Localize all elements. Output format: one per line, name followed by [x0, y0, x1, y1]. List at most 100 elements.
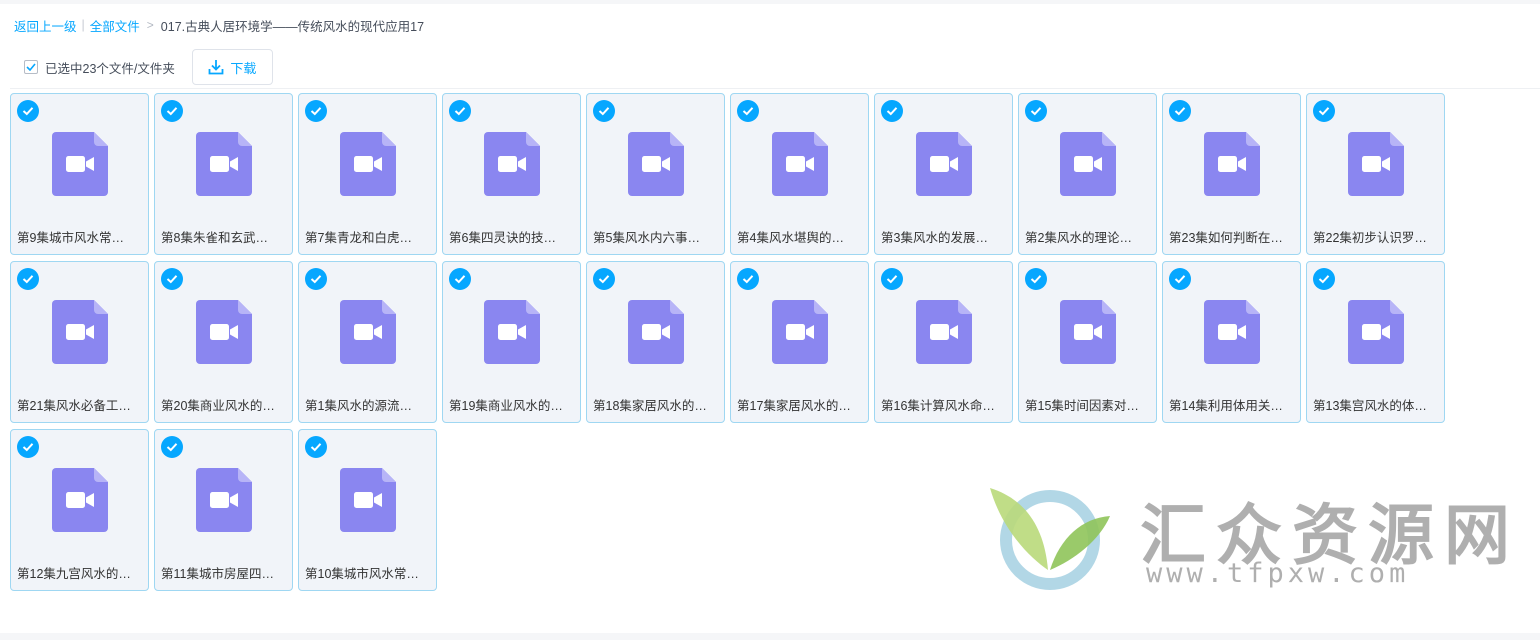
watermark-logo — [990, 488, 1110, 590]
file-name: 第14集利用体用关… — [1169, 399, 1283, 413]
file-card[interactable]: 第5集风水内六事… — [586, 93, 725, 255]
video-file-icon — [1204, 132, 1260, 196]
file-card[interactable]: 第18集家居风水的… — [586, 261, 725, 423]
video-file-icon — [52, 468, 108, 532]
selected-check-icon[interactable] — [1313, 268, 1335, 290]
selected-check-icon[interactable] — [737, 100, 759, 122]
file-name: 第13集宫风水的体… — [1313, 399, 1427, 413]
file-name: 第19集商业风水的… — [449, 399, 563, 413]
file-card[interactable]: 第12集九宫风水的… — [10, 429, 149, 591]
selected-check-icon[interactable] — [17, 436, 39, 458]
select-all-checkbox[interactable] — [24, 60, 38, 74]
file-card[interactable]: 第23集如何判断在… — [1162, 93, 1301, 255]
file-card[interactable]: 第20集商业风水的… — [154, 261, 293, 423]
breadcrumb-separator: | — [81, 18, 85, 32]
selected-check-icon[interactable] — [1025, 268, 1047, 290]
file-card[interactable]: 第4集风水堪舆的… — [730, 93, 869, 255]
selected-check-icon[interactable] — [305, 436, 327, 458]
video-file-icon — [52, 132, 108, 196]
selected-check-icon[interactable] — [305, 100, 327, 122]
file-name: 第6集四灵诀的技… — [449, 231, 556, 245]
file-name: 第9集城市风水常… — [17, 231, 124, 245]
file-name: 第1集风水的源流… — [305, 399, 412, 413]
breadcrumb-chevron: > — [146, 18, 154, 32]
file-name: 第22集初步认识罗… — [1313, 231, 1427, 245]
file-name: 第12集九宫风水的… — [17, 567, 131, 581]
video-file-icon — [484, 132, 540, 196]
selection-count: 已选中23个文件/文件夹 — [45, 61, 175, 76]
selected-check-icon[interactable] — [17, 100, 39, 122]
file-card[interactable]: 第21集风水必备工… — [10, 261, 149, 423]
checkmark-icon — [26, 63, 36, 71]
file-card[interactable]: 第16集计算风水命… — [874, 261, 1013, 423]
selected-check-icon[interactable] — [1313, 100, 1335, 122]
breadcrumb: 返回上一级 | 全部文件 > 017.古典人居环境学——传统风水的现代应用17 — [14, 16, 424, 34]
file-name: 第4集风水堪舆的… — [737, 231, 844, 245]
video-file-icon — [628, 300, 684, 364]
file-name: 第15集时间因素对… — [1025, 399, 1139, 413]
watermark-url: www.tfpxw.com — [1146, 558, 1410, 589]
selected-check-icon[interactable] — [881, 100, 903, 122]
selected-check-icon[interactable] — [1169, 268, 1191, 290]
selected-check-icon[interactable] — [449, 268, 471, 290]
file-card[interactable]: 第13集宫风水的体… — [1306, 261, 1445, 423]
select-all-toggle[interactable]: 已选中23个文件/文件夹 — [24, 58, 175, 77]
file-card[interactable]: 第17集家居风水的… — [730, 261, 869, 423]
file-name: 第23集如何判断在… — [1169, 231, 1283, 245]
file-card[interactable]: 第8集朱雀和玄武… — [154, 93, 293, 255]
file-card[interactable]: 第22集初步认识罗… — [1306, 93, 1445, 255]
video-file-icon — [1348, 132, 1404, 196]
file-card[interactable]: 第9集城市风水常… — [10, 93, 149, 255]
file-name: 第2集风水的理论… — [1025, 231, 1132, 245]
file-card[interactable]: 第6集四灵诀的技… — [442, 93, 581, 255]
file-card[interactable]: 第2集风水的理论… — [1018, 93, 1157, 255]
file-card[interactable]: 第11集城市房屋四… — [154, 429, 293, 591]
file-card[interactable]: 第10集城市风水常… — [298, 429, 437, 591]
video-file-icon — [916, 132, 972, 196]
file-card[interactable]: 第19集商业风水的… — [442, 261, 581, 423]
file-card[interactable]: 第1集风水的源流… — [298, 261, 437, 423]
video-file-icon — [52, 300, 108, 364]
video-file-icon — [772, 132, 828, 196]
file-name: 第8集朱雀和玄武… — [161, 231, 268, 245]
video-file-icon — [1348, 300, 1404, 364]
file-card[interactable]: 第7集青龙和白虎… — [298, 93, 437, 255]
file-name: 第18集家居风水的… — [593, 399, 707, 413]
file-name: 第16集计算风水命… — [881, 399, 995, 413]
selected-check-icon[interactable] — [161, 100, 183, 122]
selected-check-icon[interactable] — [1169, 100, 1191, 122]
file-card[interactable]: 第14集利用体用关… — [1162, 261, 1301, 423]
selected-check-icon[interactable] — [593, 268, 615, 290]
bottom-bar — [0, 633, 1540, 640]
file-card[interactable]: 第3集风水的发展… — [874, 93, 1013, 255]
selected-check-icon[interactable] — [1025, 100, 1047, 122]
video-file-icon — [916, 300, 972, 364]
back-link[interactable]: 返回上一级 — [14, 16, 77, 35]
video-file-icon — [196, 468, 252, 532]
download-button[interactable]: 下载 — [191, 49, 273, 85]
file-name: 第21集风水必备工… — [17, 399, 131, 413]
video-file-icon — [772, 300, 828, 364]
watermark: 汇众资源网 www.tfpxw.com — [982, 478, 1510, 598]
selected-check-icon[interactable] — [305, 268, 327, 290]
selected-check-icon[interactable] — [161, 436, 183, 458]
divider — [10, 88, 1540, 89]
selected-check-icon[interactable] — [881, 268, 903, 290]
top-border — [0, 0, 1540, 4]
video-file-icon — [1060, 132, 1116, 196]
selected-check-icon[interactable] — [593, 100, 615, 122]
file-name: 第7集青龙和白虎… — [305, 231, 412, 245]
all-files-link[interactable]: 全部文件 — [90, 16, 140, 35]
file-name: 第3集风水的发展… — [881, 231, 988, 245]
selected-check-icon[interactable] — [449, 100, 471, 122]
selected-check-icon[interactable] — [737, 268, 759, 290]
file-name: 第17集家居风水的… — [737, 399, 851, 413]
selected-check-icon[interactable] — [17, 268, 39, 290]
video-file-icon — [196, 300, 252, 364]
video-file-icon — [340, 300, 396, 364]
download-label: 下载 — [230, 60, 257, 76]
selected-check-icon[interactable] — [161, 268, 183, 290]
file-card[interactable]: 第15集时间因素对… — [1018, 261, 1157, 423]
video-file-icon — [340, 132, 396, 196]
video-file-icon — [1204, 300, 1260, 364]
